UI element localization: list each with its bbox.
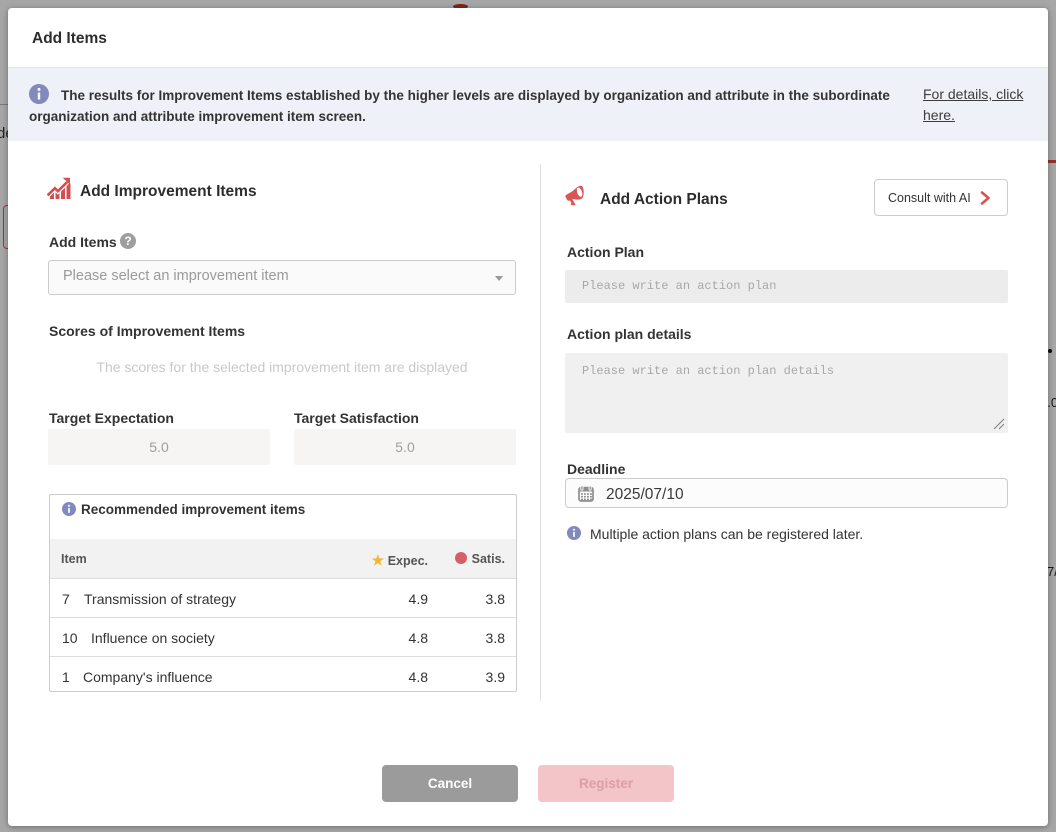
svg-text:?: ? [124,234,131,248]
